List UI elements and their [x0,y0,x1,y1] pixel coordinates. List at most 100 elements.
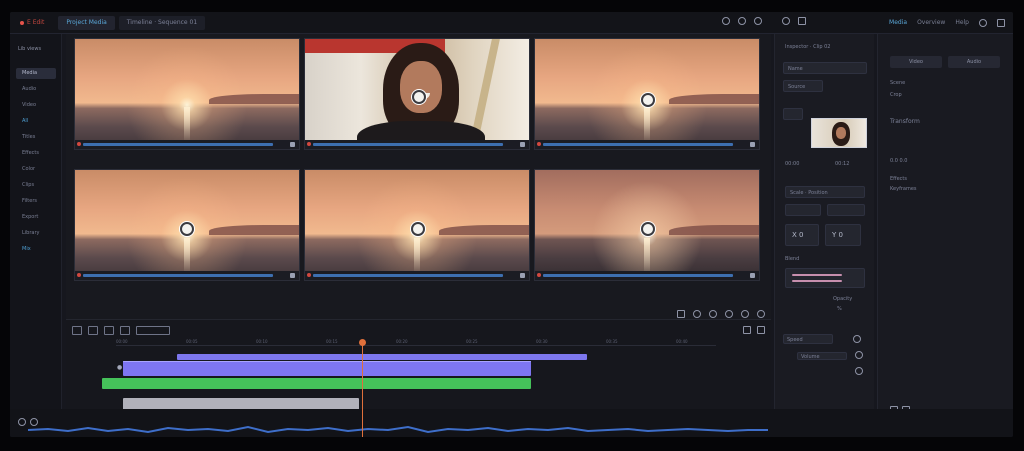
snap-tool-icon[interactable] [120,326,130,335]
tab-timeline-label: Timeline · Sequence 01 [126,19,198,26]
clip-scrubber[interactable] [305,140,529,149]
sidebar-item-export[interactable]: Export [16,212,56,223]
scrub-bar[interactable] [543,143,733,146]
tab-project-media[interactable]: Project Media [58,16,115,30]
record-icon [77,273,81,277]
y-value-box[interactable]: Y 0 [825,224,861,246]
clip-sunset-1[interactable] [74,38,300,150]
playhead-handle[interactable] [359,339,366,346]
slip-tool-icon[interactable] [104,326,114,335]
share-icon[interactable] [738,17,746,25]
crop-label: Crop [890,92,902,98]
sidebar-item-filters[interactable]: Filters [16,196,56,207]
position-marker[interactable] [641,222,655,236]
forward-icon[interactable] [725,310,733,318]
master-waveform[interactable] [28,424,768,436]
mode-label[interactable]: Media [889,16,907,30]
track-visibility-icon[interactable]: ● [117,364,122,371]
scrub-bar[interactable] [313,274,503,277]
position-marker[interactable] [180,222,194,236]
zoom-tool-icon[interactable] [136,326,170,335]
sidebar-item-mix[interactable]: Mix [16,244,56,255]
clip-sunset-2[interactable] [534,38,760,150]
more-icon[interactable] [754,17,762,25]
clip-sunset-3[interactable] [74,169,300,281]
magnet-icon[interactable] [743,326,751,334]
loop-icon[interactable] [741,310,749,318]
clip-menu-icon[interactable] [750,142,755,147]
clip-menu-icon[interactable] [520,142,525,147]
audio-meter-icon[interactable] [18,418,26,426]
scene-label: Scene [890,80,906,86]
position-marker[interactable] [641,93,655,107]
clip-sunset-5[interactable] [534,169,760,281]
clip-menu-icon[interactable] [290,273,295,278]
video-button[interactable]: Video [890,56,942,68]
crop-icon[interactable] [677,310,685,318]
timeline-ruler[interactable]: 00:00 00:05 00:10 00:15 00:20 00:25 00:30 00:35… [116,338,716,346]
fullscreen-icon[interactable] [757,310,765,318]
sidebar-item-all[interactable]: All [16,116,56,127]
single-view-icon[interactable] [798,17,806,25]
sidebar-item-media[interactable]: Media [16,68,56,79]
clip-scrubber[interactable] [75,271,299,280]
clip-scrubber[interactable] [535,140,759,149]
sun-reflection [184,107,190,144]
source-field[interactable]: Source [783,80,823,92]
sidebar-item-effects[interactable]: Effects [16,148,56,159]
sidebar-item-audio[interactable]: Audio [16,84,56,95]
grid-view-icon[interactable] [782,17,790,25]
playhead-line[interactable] [362,342,363,437]
clip-menu-icon[interactable] [520,273,525,278]
speed-field[interactable]: Speed [783,334,833,344]
sidebar-item-video[interactable]: Video [16,100,56,111]
x-field[interactable] [785,204,821,216]
position-marker[interactable] [412,90,426,104]
clip-sunset-4[interactable] [304,169,530,281]
sidebar-item-clips[interactable]: Clips [16,180,56,191]
position-marker[interactable] [411,222,425,236]
clip-thumbnail[interactable] [811,118,867,148]
rewind-icon[interactable] [693,310,701,318]
video-clip-v1[interactable] [123,361,531,376]
close-icon[interactable] [997,19,1005,27]
video-clip-v2[interactable] [177,354,587,360]
sidebar-item-color[interactable]: Color [16,164,56,175]
scrub-bar[interactable] [83,143,273,146]
opacity-track-2 [792,280,842,282]
speed-icon[interactable] [853,335,861,343]
sidebar-item-library[interactable]: Library [16,228,56,239]
scrub-bar[interactable] [83,274,273,277]
audio-clip-a1[interactable] [102,378,531,389]
opacity-slider[interactable] [785,268,865,288]
overview-menu[interactable]: Overview [917,16,945,30]
play-icon[interactable] [709,310,717,318]
lock-icon[interactable] [757,326,765,334]
coords-value[interactable]: 0.0 0.0 [890,158,908,164]
clip-scrubber[interactable] [305,271,529,280]
scrub-bar[interactable] [543,274,733,277]
clip-menu-icon[interactable] [290,142,295,147]
razor-tool-icon[interactable] [88,326,98,335]
clip-interview[interactable] [304,38,530,150]
clip-scrubber[interactable] [535,271,759,280]
ruler-tick: 00:40 [676,339,688,344]
scrub-bar[interactable] [313,143,503,146]
section-tab[interactable]: Scale · Position [785,186,865,198]
clip-scrubber[interactable] [75,140,299,149]
tab-timeline[interactable]: Timeline · Sequence 01 [118,16,206,30]
mute-icon[interactable] [855,367,863,375]
volume-icon[interactable] [855,351,863,359]
volume-field[interactable]: Volume [797,352,847,360]
audio-button[interactable]: Audio [948,56,1000,68]
name-field[interactable]: Name [783,62,867,74]
expand-button[interactable] [783,108,803,120]
select-tool-icon[interactable] [72,326,82,335]
user-icon[interactable] [979,19,987,27]
sidebar-item-titles[interactable]: Titles [16,132,56,143]
settings-icon[interactable] [722,17,730,25]
x-value-box[interactable]: X 0 [785,224,819,246]
y-field[interactable] [827,204,865,216]
help-menu[interactable]: Help [955,16,969,30]
clip-menu-icon[interactable] [750,273,755,278]
